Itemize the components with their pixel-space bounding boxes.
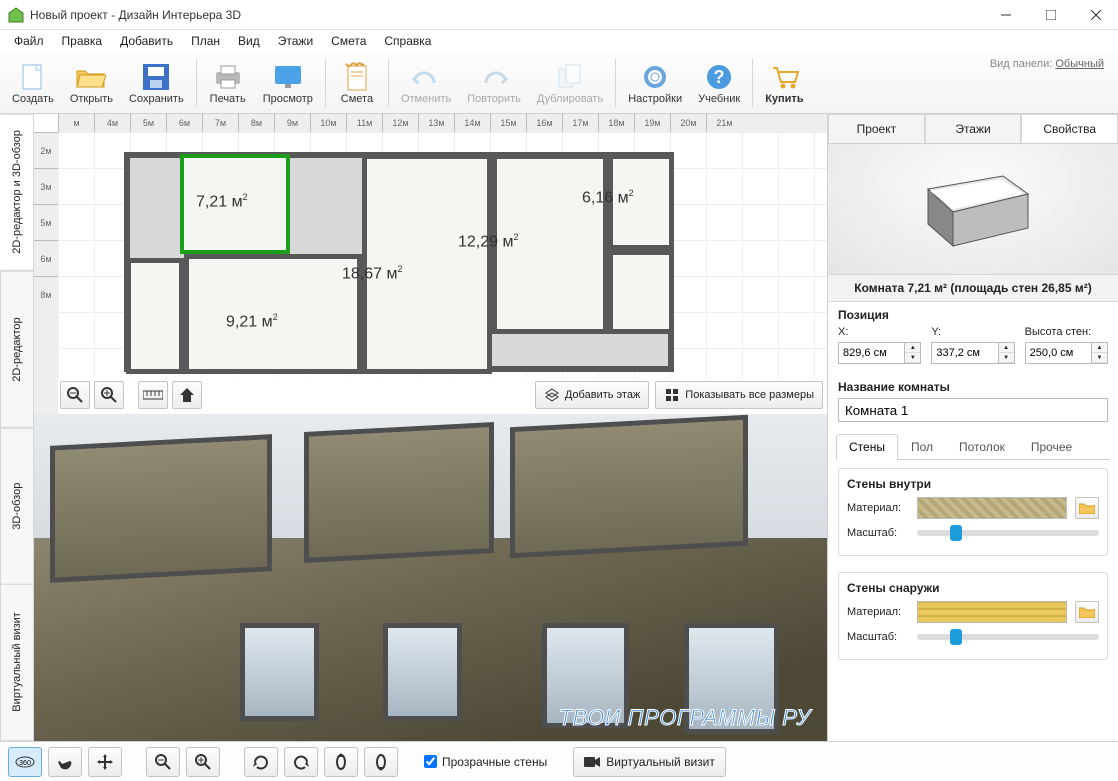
menu-edit[interactable]: Правка — [54, 32, 111, 50]
menu-view[interactable]: Вид — [230, 32, 268, 50]
menu-plan[interactable]: План — [183, 32, 228, 50]
room-3d-preview — [828, 144, 1118, 274]
tab-properties[interactable]: Свойства — [1021, 114, 1118, 143]
zoom-out-button[interactable] — [60, 381, 90, 409]
wall-in-scale-slider[interactable] — [917, 530, 1099, 536]
add-floor-button[interactable]: Добавить этаж — [535, 381, 649, 409]
tilt-up-button[interactable] — [324, 747, 358, 777]
menu-bar: Файл Правка Добавить План Вид Этажи Смет… — [0, 30, 1118, 52]
room-area-1: 7,21 м2 — [196, 192, 248, 211]
tab-floors[interactable]: Этажи — [925, 114, 1022, 143]
wall-in-material-swatch[interactable] — [917, 497, 1067, 519]
menu-help[interactable]: Справка — [376, 32, 439, 50]
move-button[interactable] — [88, 747, 122, 777]
floor-outline — [124, 152, 674, 372]
left-tab-vv[interactable]: Виртуальный визит — [0, 584, 34, 741]
estimate-button[interactable]: Смета — [330, 59, 384, 107]
tutorial-button[interactable]: ?Учебник — [690, 59, 748, 107]
wall-out-scale-slider[interactable] — [917, 634, 1099, 640]
ruler-horizontal: м4м5м6м7м8м9м10м11м12м13м14м15м16м17м18м… — [58, 114, 827, 132]
zoom-out-3d-button[interactable] — [146, 747, 180, 777]
title-bar: Новый проект - Дизайн Интерьера 3D — [0, 0, 1118, 30]
virtual-visit-button[interactable]: Виртуальный визит — [573, 747, 726, 777]
pos-x-input[interactable] — [838, 342, 905, 364]
window-title: Новый проект - Дизайн Интерьера 3D — [30, 8, 983, 22]
subtab-other[interactable]: Прочее — [1018, 434, 1085, 460]
menu-file[interactable]: Файл — [6, 32, 52, 50]
app-icon — [8, 7, 24, 23]
roomname-input[interactable] — [838, 398, 1108, 422]
dimensions-icon — [664, 387, 680, 403]
layers-icon — [544, 387, 560, 403]
transparent-walls-checkbox[interactable]: Прозрачные стены — [424, 755, 547, 769]
rotate-ccw-button[interactable] — [244, 747, 278, 777]
position-label: Позиция — [838, 308, 1108, 322]
walls-interior-section: Стены внутри Материал: Масштаб: — [838, 468, 1108, 556]
room-area-3: 12,29 м2 — [458, 232, 519, 251]
rotate-cw-button[interactable] — [284, 747, 318, 777]
pos-y-spinner[interactable]: ▲▼ — [999, 342, 1015, 364]
properties-panel: Проект Этажи Свойства Комната 7,21 м² (п… — [828, 114, 1118, 741]
ruler-vertical: 2м3м5м6м8м — [34, 132, 58, 414]
undo-button[interactable]: Отменить — [393, 59, 459, 107]
show-sizes-button[interactable]: Показывать все размеры — [655, 381, 823, 409]
material-subtabs: Стены Пол Потолок Прочее — [836, 434, 1110, 460]
plan-right-toolbar: Добавить этаж Показывать все размеры — [535, 380, 823, 410]
subtab-ceiling[interactable]: Потолок — [946, 434, 1018, 460]
wall-height-spinner[interactable]: ▲▼ — [1092, 342, 1108, 364]
measure-button[interactable] — [138, 381, 168, 409]
close-button[interactable] — [1073, 0, 1118, 30]
menu-add[interactable]: Добавить — [112, 32, 181, 50]
tilt-down-button[interactable] — [364, 747, 398, 777]
camera-icon — [584, 756, 600, 768]
plan-2d-view[interactable]: м4м5м6м7м8м9м10м11м12м13м14м15м16м17м18м… — [34, 114, 827, 414]
minimize-button[interactable] — [983, 0, 1028, 30]
duplicate-button[interactable]: Дублировать — [529, 59, 611, 107]
print-button[interactable]: Печать — [201, 59, 255, 107]
view-3d[interactable]: ТВОИ ПРОГРАММЫ РУ — [34, 414, 827, 741]
left-view-tabs: 2D-редактор и 3D-обзор 2D-редактор 3D-об… — [0, 114, 34, 741]
home-button[interactable] — [172, 381, 202, 409]
tab-project[interactable]: Проект — [828, 114, 925, 143]
walls-exterior-section: Стены снаружи Материал: Масштаб: — [838, 572, 1108, 660]
bottom-toolbar: 360 Прозрачные стены Виртуальный визит — [0, 741, 1118, 781]
orbit-360-button[interactable]: 360 — [8, 747, 42, 777]
settings-button[interactable]: Настройки — [620, 59, 690, 107]
wall-out-material-browse[interactable] — [1075, 601, 1099, 623]
preview-button[interactable]: Просмотр — [255, 59, 321, 107]
wall-in-material-browse[interactable] — [1075, 497, 1099, 519]
create-button[interactable]: Создать — [4, 59, 62, 107]
zoom-in-button[interactable] — [94, 381, 124, 409]
room-area-4: 6,16 м2 — [582, 188, 634, 207]
panel-view-link[interactable]: Обычный — [1055, 58, 1104, 70]
buy-button[interactable]: Купить — [757, 59, 811, 107]
wall-out-material-swatch[interactable] — [917, 601, 1067, 623]
svg-text:?: ? — [714, 67, 725, 87]
zoom-in-3d-button[interactable] — [186, 747, 220, 777]
roomname-label: Название комнаты — [838, 380, 1108, 394]
menu-floors[interactable]: Этажи — [270, 32, 321, 50]
subtab-walls[interactable]: Стены — [836, 434, 898, 460]
svg-text:360: 360 — [19, 760, 31, 767]
left-tab-2d[interactable]: 2D-редактор — [0, 271, 34, 428]
pan-button[interactable] — [48, 747, 82, 777]
room-area-2: 18,67 м2 — [342, 264, 403, 283]
menu-estimate[interactable]: Смета — [323, 32, 374, 50]
room-area-5: 9,21 м2 — [226, 312, 278, 331]
plan-left-toolbar — [60, 380, 202, 410]
panel-view-label: Вид панели: Обычный — [990, 58, 1104, 70]
room-title: Комната 7,21 м² (площадь стен 26,85 м²) — [828, 274, 1118, 302]
left-tab-2d3d[interactable]: 2D-редактор и 3D-обзор — [0, 114, 34, 271]
wall-height-input[interactable] — [1025, 342, 1092, 364]
save-button[interactable]: Сохранить — [121, 59, 192, 107]
pos-x-spinner[interactable]: ▲▼ — [905, 342, 921, 364]
redo-button[interactable]: Повторить — [459, 59, 529, 107]
main-toolbar: Создать Открыть Сохранить Печать Просмот… — [0, 52, 1118, 114]
maximize-button[interactable] — [1028, 0, 1073, 30]
pos-y-input[interactable] — [931, 342, 998, 364]
subtab-floor[interactable]: Пол — [898, 434, 946, 460]
open-button[interactable]: Открыть — [62, 59, 121, 107]
left-tab-3d[interactable]: 3D-обзор — [0, 428, 34, 585]
watermark: ТВОИ ПРОГРАММЫ РУ — [559, 705, 811, 731]
